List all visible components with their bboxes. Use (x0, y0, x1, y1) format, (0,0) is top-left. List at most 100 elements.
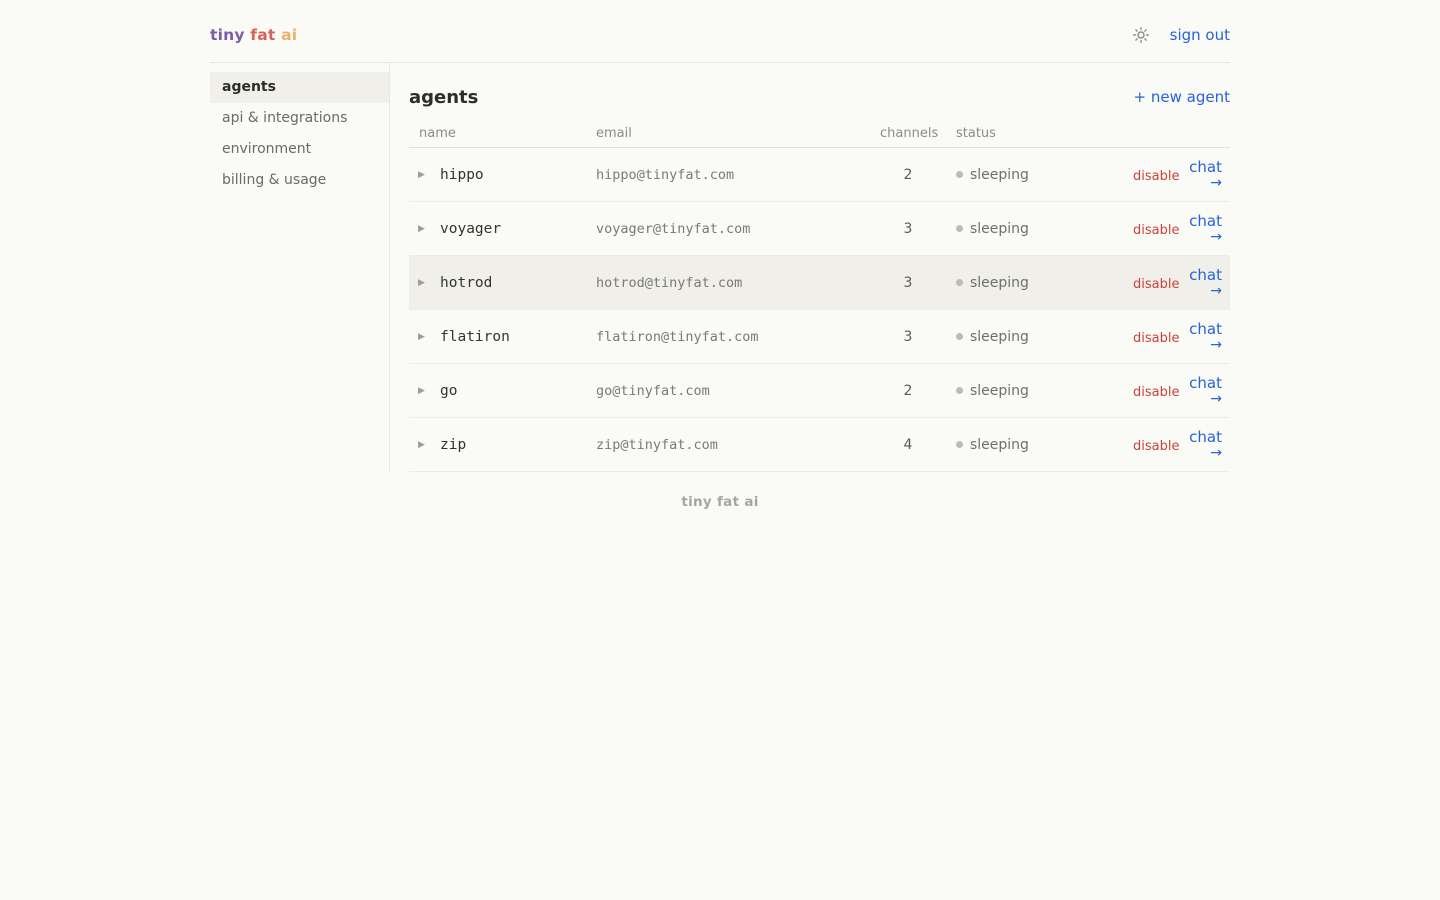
status-dot-icon (956, 387, 963, 394)
disable-link[interactable]: disable (1133, 385, 1179, 400)
agent-table-row: ▶ go go@tinyfat.com 2 sleeping disable c… (409, 364, 1230, 418)
agent-name: go (440, 383, 457, 399)
chat-link[interactable]: chat→ (1189, 213, 1222, 245)
agent-name: hippo (440, 167, 484, 183)
content-panel: agents api & integrations environment bi… (210, 62, 1230, 472)
disable-link[interactable]: disable (1133, 331, 1179, 346)
sidebar-item-label: billing & usage (222, 172, 326, 188)
status-dot-icon (956, 333, 963, 340)
status-text: sleeping (970, 437, 1029, 453)
agent-email: voyager@tinyfat.com (596, 221, 880, 237)
logo-word-ai: ai (281, 26, 297, 44)
status-cell: sleeping (936, 383, 1133, 399)
arrow-right-icon: → (1189, 283, 1222, 299)
top-bar: tiny fat ai (210, 0, 1230, 62)
page-title: agents (409, 87, 478, 108)
agent-name: zip (440, 437, 466, 453)
status-cell: sleeping (936, 437, 1133, 453)
column-header-name: name (409, 126, 596, 141)
chat-link[interactable]: chat→ (1189, 429, 1222, 461)
agent-table-row: ▶ voyager voyager@tinyfat.com 3 sleeping… (409, 202, 1230, 256)
sidebar-nav: agents api & integrations environment bi… (210, 63, 390, 472)
sidebar-item-billing-usage[interactable]: billing & usage (210, 165, 389, 196)
channels-count: 3 (880, 329, 936, 345)
expand-triangle-icon[interactable]: ▶ (409, 170, 440, 180)
expand-triangle-icon[interactable]: ▶ (409, 278, 440, 288)
app-container: tiny fat ai (210, 0, 1230, 510)
agent-table-row: ▶ hippo hippo@tinyfat.com 2 sleeping dis… (409, 148, 1230, 202)
expand-triangle-icon[interactable]: ▶ (409, 440, 440, 450)
status-text: sleeping (970, 329, 1029, 345)
agent-name-cell: ▶ hotrod (409, 275, 596, 291)
agent-email: zip@tinyfat.com (596, 437, 880, 453)
app-logo: tiny fat ai (210, 26, 297, 44)
agent-name-cell: ▶ zip (409, 437, 596, 453)
agent-name: hotrod (440, 275, 492, 291)
channels-count: 3 (880, 275, 936, 291)
sidebar-item-api-integrations[interactable]: api & integrations (210, 103, 389, 134)
agents-table-body: ▶ hippo hippo@tinyfat.com 2 sleeping dis… (409, 148, 1230, 472)
sign-out-link[interactable]: sign out (1170, 26, 1230, 44)
agent-name-cell: ▶ go (409, 383, 596, 399)
column-header-email: email (596, 126, 880, 141)
status-dot-icon (956, 441, 963, 448)
arrow-right-icon: → (1189, 337, 1222, 353)
agent-table-row: ▶ zip zip@tinyfat.com 4 sleeping disable… (409, 418, 1230, 472)
footer-brand: tiny fat ai (210, 494, 1230, 510)
status-cell: sleeping (936, 221, 1133, 237)
status-text: sleeping (970, 167, 1029, 183)
agent-email: flatiron@tinyfat.com (596, 329, 880, 345)
disable-link[interactable]: disable (1133, 223, 1179, 238)
column-header-channels: channels (880, 126, 936, 141)
expand-triangle-icon[interactable]: ▶ (409, 386, 440, 396)
title-row: agents + new agent (409, 85, 1230, 109)
channels-count: 2 (880, 167, 936, 183)
expand-triangle-icon[interactable]: ▶ (409, 224, 440, 234)
status-cell: sleeping (936, 275, 1133, 291)
logo-word-tiny: tiny (210, 26, 245, 44)
chat-link[interactable]: chat→ (1189, 375, 1222, 407)
status-text: sleeping (970, 275, 1029, 291)
sidebar-item-environment[interactable]: environment (210, 134, 389, 165)
agent-table-row: ▶ flatiron flatiron@tinyfat.com 3 sleepi… (409, 310, 1230, 364)
status-cell: sleeping (936, 329, 1133, 345)
arrow-right-icon: → (1189, 229, 1222, 245)
arrow-right-icon: → (1189, 175, 1222, 191)
sidebar-item-agents[interactable]: agents (210, 72, 389, 103)
agent-email: go@tinyfat.com (596, 383, 880, 399)
chat-link-label: chat (1189, 212, 1222, 230)
expand-triangle-icon[interactable]: ▶ (409, 332, 440, 342)
theme-toggle-button[interactable] (1133, 27, 1149, 43)
top-bar-actions: sign out (1133, 26, 1230, 44)
chat-link-label: chat (1189, 266, 1222, 284)
new-agent-button[interactable]: + new agent (1134, 88, 1230, 106)
agent-name-cell: ▶ flatiron (409, 329, 596, 345)
chat-link[interactable]: chat→ (1189, 267, 1222, 299)
status-text: sleeping (970, 383, 1029, 399)
sun-icon (1133, 27, 1149, 43)
agent-name: flatiron (440, 329, 510, 345)
chat-link-label: chat (1189, 428, 1222, 446)
disable-link[interactable]: disable (1133, 439, 1179, 454)
sidebar-item-label: api & integrations (222, 110, 347, 126)
chat-link[interactable]: chat→ (1189, 159, 1222, 191)
sidebar-item-label: environment (222, 141, 311, 157)
agent-table-row: ▶ hotrod hotrod@tinyfat.com 3 sleeping d… (409, 256, 1230, 310)
chat-link[interactable]: chat→ (1189, 321, 1222, 353)
status-dot-icon (956, 171, 963, 178)
channels-count: 3 (880, 221, 936, 237)
status-dot-icon (956, 279, 963, 286)
arrow-right-icon: → (1189, 391, 1222, 407)
main-content: agents + new agent name email channels s… (390, 63, 1230, 472)
disable-link[interactable]: disable (1133, 169, 1179, 184)
status-dot-icon (956, 225, 963, 232)
agent-name-cell: ▶ voyager (409, 221, 596, 237)
chat-link-label: chat (1189, 158, 1222, 176)
disable-link[interactable]: disable (1133, 277, 1179, 292)
channels-count: 2 (880, 383, 936, 399)
channels-count: 4 (880, 437, 936, 453)
chat-link-label: chat (1189, 320, 1222, 338)
column-header-status: status (936, 126, 1133, 141)
status-text: sleeping (970, 221, 1029, 237)
agent-email: hippo@tinyfat.com (596, 167, 880, 183)
